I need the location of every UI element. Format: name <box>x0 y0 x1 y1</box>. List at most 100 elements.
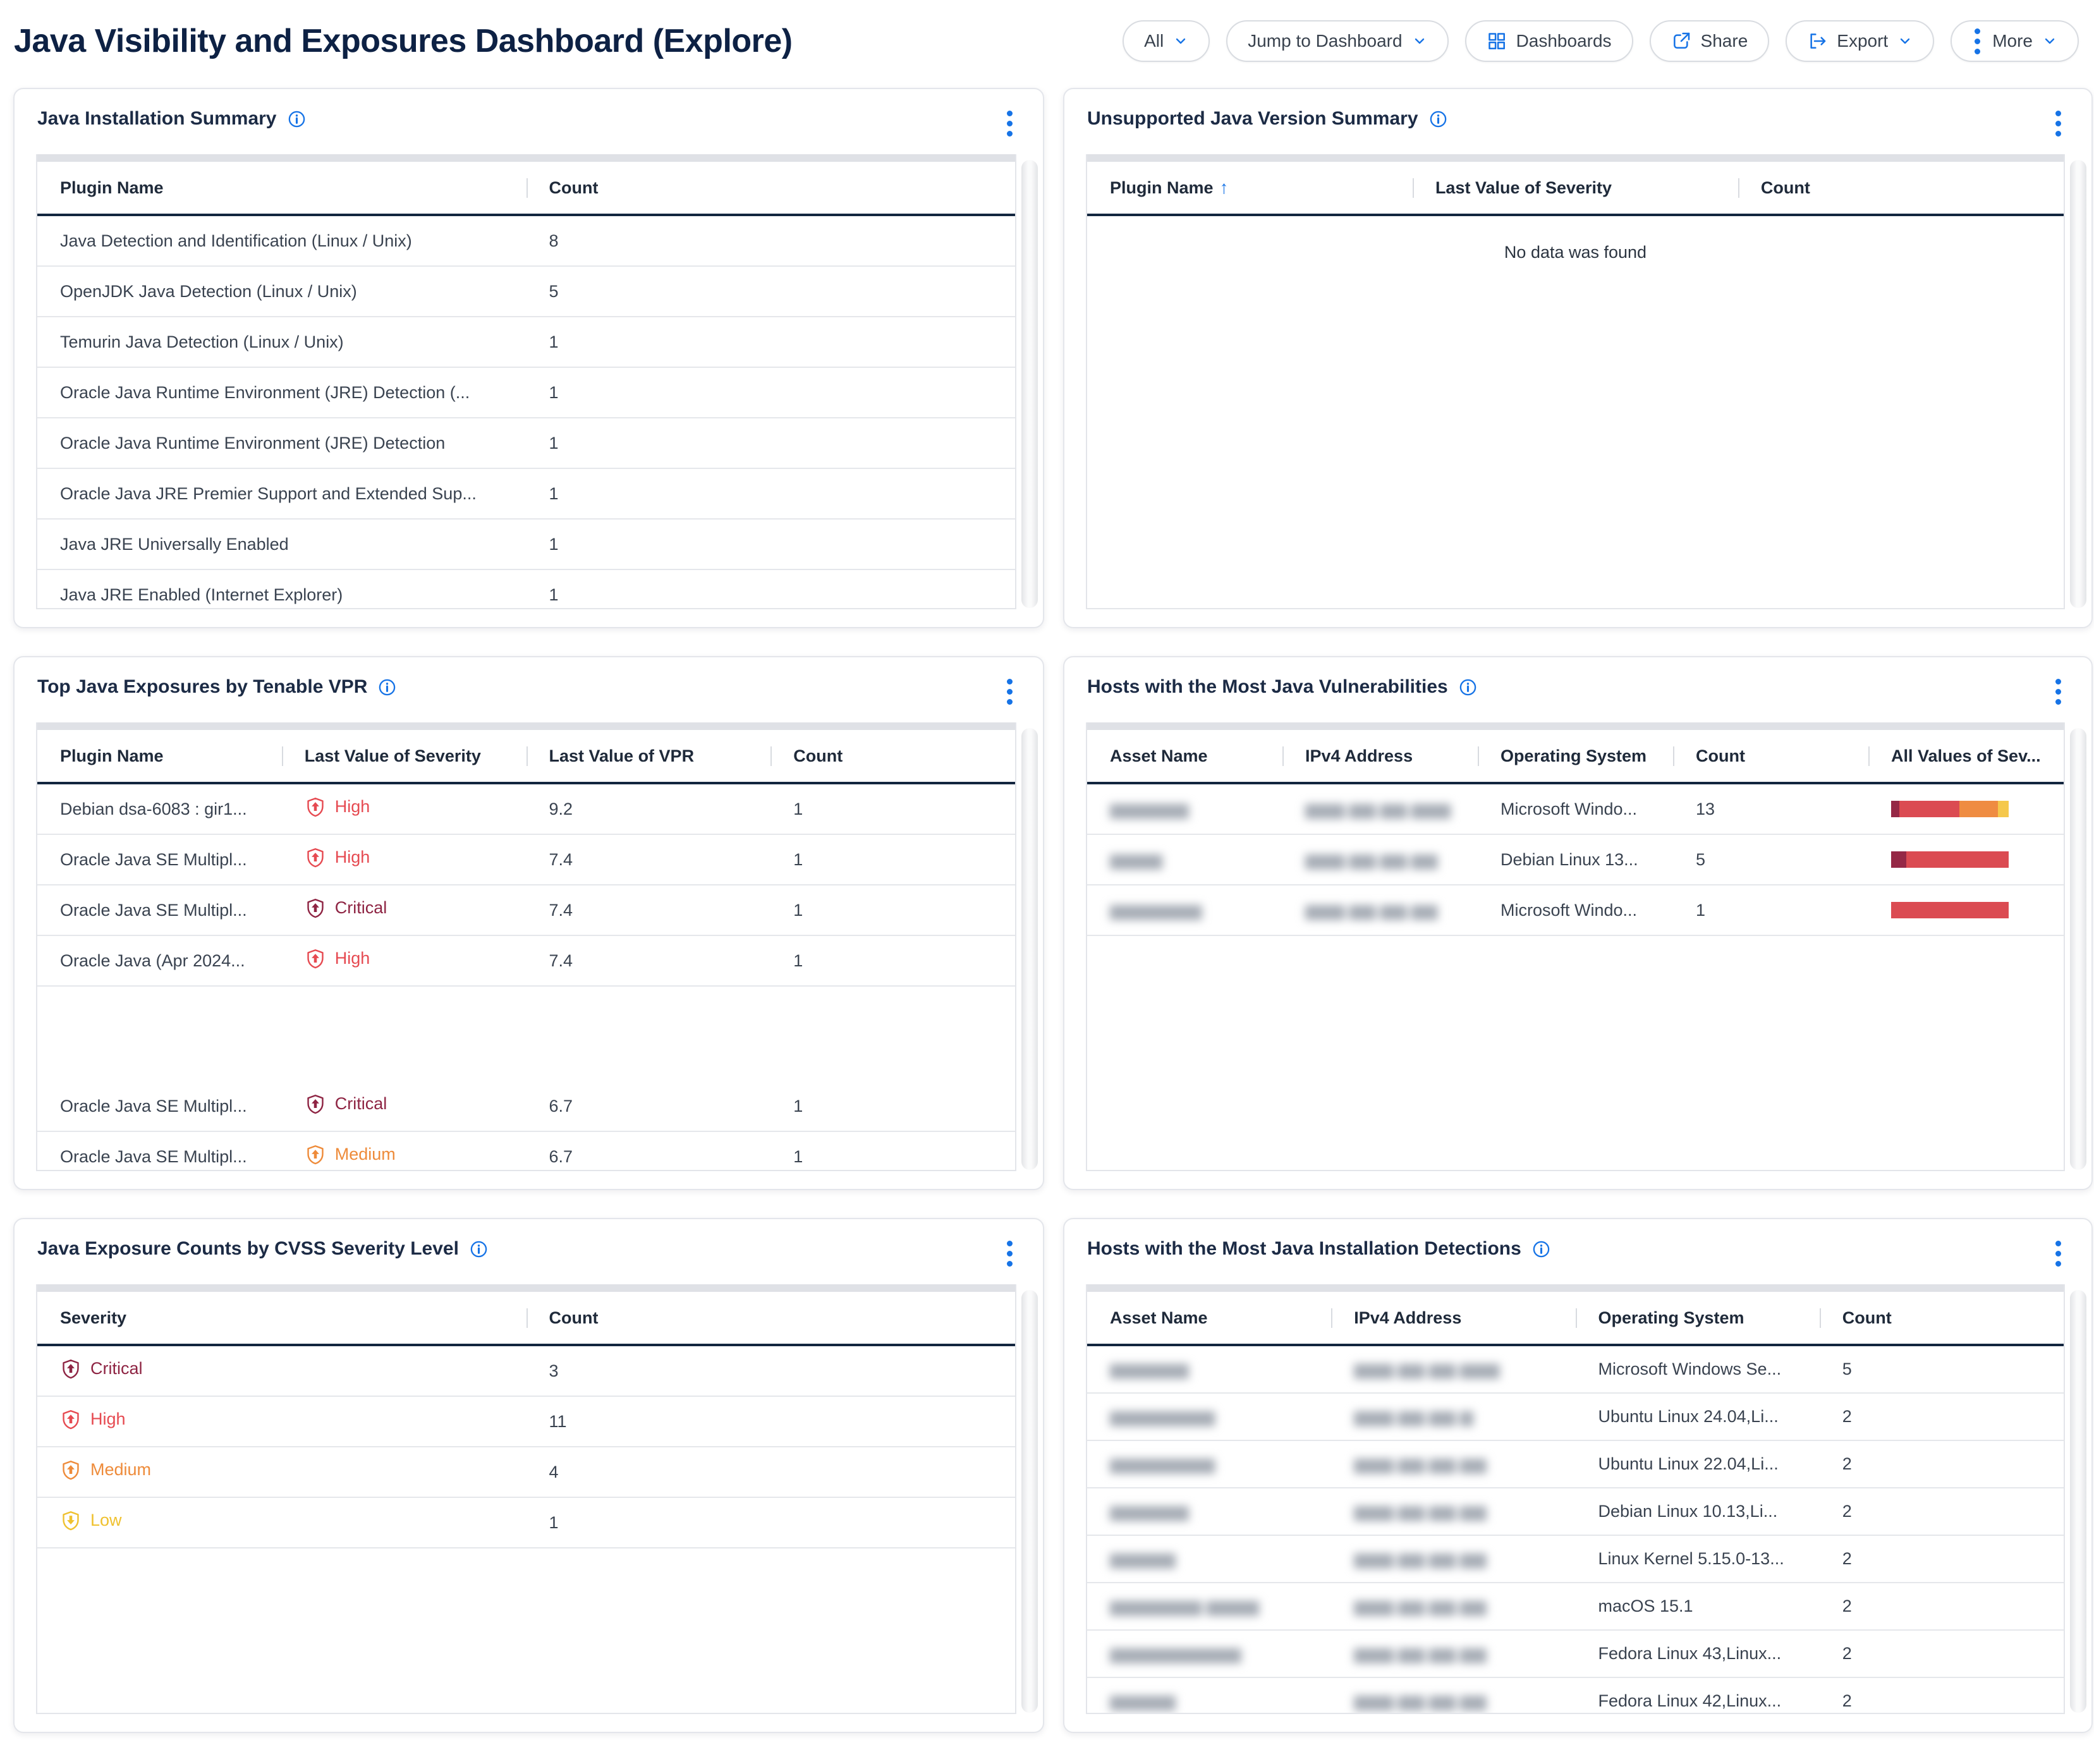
table-scrollbar-vertical[interactable] <box>1021 160 1038 608</box>
column-header-count[interactable]: Count <box>1738 178 2064 198</box>
table-header-row: Plugin Name↑ Last Value of Severity Coun… <box>1087 162 2064 216</box>
table-row[interactable]: High 11 <box>37 1397 1015 1447</box>
table-row[interactable]: ▆▆▆▆ ▆▆▆.▆▆.▆▆.▆▆ Debian Linux 13... 5 <box>1087 835 2064 885</box>
column-header-asset-name[interactable]: Asset Name <box>1087 746 1282 766</box>
table-row[interactable]: Oracle Java SE Multipl... Critical 6.7 <box>37 1081 1015 1132</box>
jump-to-dashboard-button[interactable]: Jump to Dashboard <box>1226 20 1448 62</box>
table-row[interactable]: Oracle Java SE Multipl... Medium 6.7 <box>37 1132 1015 1170</box>
column-header-asset-name[interactable]: Asset Name <box>1087 1308 1331 1328</box>
column-header-severities[interactable]: All Values of Sev... <box>1868 746 2064 766</box>
table-row[interactable]: ▆▆▆▆▆▆▆ ▆▆▆.▆▆.▆▆.▆▆ Microsoft Windo... … <box>1087 885 2064 936</box>
info-icon[interactable] <box>469 1239 489 1259</box>
severity-label: High <box>335 797 370 817</box>
column-header-ipv4[interactable]: IPv4 Address <box>1331 1308 1575 1328</box>
table-row[interactable]: ▆▆▆▆▆▆▆ ▆▆▆▆ ▆▆▆.▆▆.▆▆.▆▆ macOS 15.1 2 <box>1087 1583 2064 1631</box>
table-row[interactable]: ▆▆▆▆▆▆ ▆▆▆.▆▆.▆▆.▆▆ Debian Linux 10.13,L… <box>1087 1488 2064 1536</box>
table-row[interactable]: Critical 3 <box>37 1346 1015 1397</box>
column-header-os[interactable]: Operating System <box>1576 1308 1820 1328</box>
column-header-plugin-name[interactable]: Plugin Name <box>37 746 282 766</box>
info-icon[interactable] <box>1458 678 1478 697</box>
column-header-severity[interactable]: Last Value of Severity <box>282 746 527 766</box>
operating-system-cell: Ubuntu Linux 24.04,Li... <box>1576 1407 1820 1426</box>
table-row[interactable]: Medium 4 <box>37 1447 1015 1498</box>
kebab-dot <box>1007 1261 1013 1267</box>
table-scrollbar-vertical[interactable] <box>2070 160 2086 608</box>
table-row[interactable]: Oracle Java (Apr 2024... High 7.4 <box>37 936 1015 987</box>
info-icon[interactable] <box>1428 109 1448 129</box>
column-header-vpr[interactable]: Last Value of VPR <box>527 746 771 766</box>
table-row[interactable]: ▆▆▆▆▆▆ ▆▆▆.▆▆.▆▆.▆▆▆ Microsoft Windo... … <box>1087 784 2064 835</box>
dashboards-grid-icon <box>1487 31 1507 51</box>
table-row[interactable]: OpenJDK Java Detection (Linux / Unix) 5 <box>37 267 1015 317</box>
table-row[interactable]: Oracle Java JRE Premier Support and Exte… <box>37 469 1015 520</box>
kebab-menu-icon[interactable] <box>1004 108 1015 139</box>
table-scrollbar-horizontal[interactable] <box>37 722 1015 730</box>
dashboards-button[interactable]: Dashboards <box>1465 20 1633 62</box>
table-row[interactable]: ▆▆▆▆▆▆▆▆ ▆▆▆.▆▆.▆▆.▆▆ Ubuntu Linux 22.04… <box>1087 1441 2064 1488</box>
table-row[interactable]: ▆▆▆▆▆ ▆▆▆.▆▆.▆▆.▆▆ Linux Kernel 5.15.0-1… <box>1087 1536 2064 1583</box>
column-header-count[interactable]: Count <box>1673 746 1868 766</box>
column-header-plugin-name[interactable]: Plugin Name↑ <box>1087 178 1413 198</box>
kebab-menu-icon[interactable] <box>2053 676 2064 707</box>
host-installations-table: Asset Name IPv4 Address Operating System… <box>1086 1284 2065 1714</box>
kebab-menu-icon[interactable] <box>1004 1238 1015 1269</box>
table-row[interactable]: Debian dsa-6083 : gir1... High 9.2 <box>37 784 1015 835</box>
table-row[interactable]: Java Detection and Identification (Linux… <box>37 216 1015 267</box>
severity-bar-cell <box>1868 851 2064 868</box>
share-button[interactable]: Share <box>1650 20 1770 62</box>
column-header-severity[interactable]: Last Value of Severity <box>1413 178 1738 198</box>
kebab-dot <box>1007 1241 1013 1246</box>
column-header-count[interactable]: Count <box>527 178 1016 198</box>
info-icon[interactable] <box>377 678 397 697</box>
info-icon[interactable] <box>1531 1239 1551 1259</box>
kebab-dot <box>2055 131 2061 137</box>
column-header-ipv4[interactable]: IPv4 Address <box>1282 746 1478 766</box>
count-cell: 2 <box>1820 1454 2064 1474</box>
table-row[interactable]: Java JRE Universally Enabled 1 <box>37 520 1015 570</box>
table-scrollbar-horizontal[interactable] <box>1087 1284 2064 1292</box>
severity-cell: Critical <box>37 1358 527 1384</box>
kebab-menu-icon[interactable] <box>2053 1238 2064 1269</box>
panel-title: Top Java Exposures by Tenable VPR <box>37 676 367 698</box>
table-scrollbar-horizontal[interactable] <box>37 154 1015 162</box>
table-row[interactable]: Temurin Java Detection (Linux / Unix) 1 <box>37 317 1015 368</box>
table-row[interactable]: Oracle Java SE Multipl... High 7.4 <box>37 835 1015 885</box>
table-row[interactable]: ▆▆▆▆▆▆▆▆ ▆▆▆.▆▆.▆▆.▆ Ubuntu Linux 24.04,… <box>1087 1394 2064 1441</box>
column-header-count[interactable]: Count <box>1820 1308 2064 1328</box>
panel-header: Unsupported Java Version Summary <box>1064 89 2091 154</box>
vpr-cell: 7.4 <box>527 901 771 920</box>
column-header-count[interactable]: Count <box>527 1308 1016 1328</box>
column-header-label: Plugin Name <box>1110 178 1214 197</box>
info-icon[interactable] <box>287 109 307 129</box>
table-row[interactable]: Oracle Java SE Multipl... Critical 7.4 <box>37 885 1015 936</box>
table-row[interactable]: ▆▆▆▆▆▆ ▆▆▆.▆▆.▆▆.▆▆▆ Microsoft Windows S… <box>1087 1346 2064 1394</box>
table-scrollbar-vertical[interactable] <box>2070 728 2086 1170</box>
table-row[interactable]: Oracle Java Runtime Environment (JRE) De… <box>37 418 1015 469</box>
table-row[interactable]: Oracle Java Runtime Environment (JRE) De… <box>37 368 1015 418</box>
table-row[interactable]: Low 1 <box>37 1498 1015 1548</box>
kebab-menu-icon[interactable] <box>2053 108 2064 139</box>
kebab-menu-icon[interactable] <box>1004 676 1015 707</box>
plugin-name-cell: Java JRE Universally Enabled <box>37 535 527 554</box>
table-scrollbar-vertical[interactable] <box>1021 1290 1038 1713</box>
column-header-severity[interactable]: Severity <box>37 1308 527 1328</box>
ipv4-address-cell: ▆▆▆.▆▆.▆▆.▆▆▆ <box>1282 800 1478 819</box>
all-filter-button[interactable]: All <box>1123 20 1210 62</box>
table-row[interactable]: ▆▆▆▆▆▆▆▆▆▆ ▆▆▆.▆▆.▆▆.▆▆ Fedora Linux 43,… <box>1087 1631 2064 1678</box>
column-header-count[interactable]: Count <box>770 746 1015 766</box>
table-row[interactable]: Java JRE Enabled (Internet Explorer) 1 <box>37 570 1015 608</box>
column-header-plugin-name[interactable]: Plugin Name <box>37 178 527 198</box>
table-scrollbar-vertical[interactable] <box>2070 1290 2086 1713</box>
table-scrollbar-horizontal[interactable] <box>1087 722 2064 730</box>
export-button[interactable]: Export <box>1786 20 1934 62</box>
column-header-os[interactable]: Operating System <box>1478 746 1673 766</box>
asset-name-cell: ▆▆▆▆▆▆ <box>1087 1359 1331 1379</box>
vpr-cell: 7.4 <box>527 951 771 971</box>
table-scrollbar-horizontal[interactable] <box>37 1284 1015 1292</box>
table-scrollbar-vertical[interactable] <box>1021 728 1038 1170</box>
more-button[interactable]: More <box>1951 20 2079 62</box>
table-row[interactable]: ▆▆▆▆▆ ▆▆▆.▆▆.▆▆.▆▆ Fedora Linux 42,Linux… <box>1087 1678 2064 1713</box>
ipv4-address-cell: ▆▆▆.▆▆.▆▆.▆▆ <box>1331 1502 1575 1521</box>
table-row[interactable] <box>37 987 1015 1081</box>
table-scrollbar-horizontal[interactable] <box>1087 154 2064 162</box>
